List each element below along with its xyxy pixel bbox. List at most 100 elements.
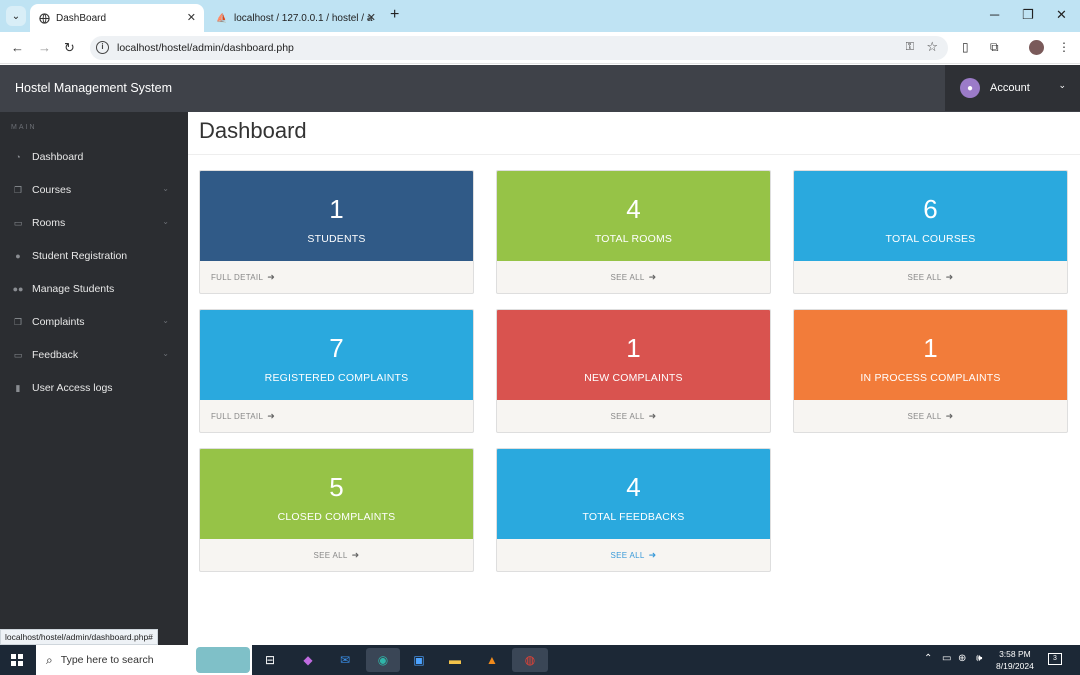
stat-card-students: 1 STUDENTS FULL DETAIL ➜ [199, 170, 474, 294]
stat-value: 1 [626, 332, 641, 363]
files-icon: ❐ [13, 184, 23, 195]
stat-label: REGISTERED COMPLAINTS [264, 371, 409, 384]
stat-card-link[interactable]: FULL DETAIL ➜ [200, 400, 473, 432]
stat-label: TOTAL COURSES [885, 232, 976, 245]
divider [188, 154, 1080, 155]
globe-icon [38, 12, 50, 24]
chevron-down-icon: ⌄ [1058, 80, 1066, 90]
extension-icon[interactable]: ▯ [962, 40, 969, 54]
stat-value: 6 [923, 193, 938, 224]
chevron-down-icon: ⌄ [162, 316, 169, 325]
browser-toolbar: ← → ↻ i localhost/hostel/admin/dashboard… [0, 32, 1080, 64]
vlc-icon[interactable]: ▲ [480, 648, 504, 672]
sidebar-item-courses[interactable]: ❐ Courses ⌄ [0, 178, 188, 202]
volume-icon[interactable]: 🕪 [976, 653, 982, 664]
stat-card-in-process-complaints: 1 IN PROCESS COMPLAINTS SEE ALL ➜ [793, 309, 1068, 433]
arrow-right-icon: ➜ [945, 411, 954, 421]
file-explorer-icon[interactable]: ▬ [443, 648, 467, 672]
search-highlight-image [196, 647, 250, 673]
window-close-icon[interactable]: ✕ [1056, 7, 1067, 23]
sidebar-item-dashboard[interactable]: ◔ Dashboard [0, 145, 188, 169]
stat-card-link[interactable]: SEE ALL ➜ [794, 261, 1067, 293]
menu-dots-icon[interactable]: ⋮ [1058, 40, 1070, 54]
stat-card-link-label: SEE ALL [907, 412, 942, 421]
forward-icon[interactable]: → [38, 40, 51, 55]
stat-card-link[interactable]: SEE ALL ➜ [497, 400, 770, 432]
account-menu[interactable]: ● Account ⌄ [945, 65, 1080, 111]
new-tab-icon[interactable]: + [390, 6, 399, 24]
tab-dashboard[interactable]: DashBoard ✕ [30, 4, 204, 32]
sidebar-item-label: Student Registration [32, 250, 128, 262]
stat-value: 7 [329, 332, 344, 363]
back-icon[interactable]: ← [11, 40, 24, 55]
brand-title[interactable]: Hostel Management System [15, 81, 172, 95]
tray-chevron-up-icon[interactable]: ⌃ [924, 653, 932, 664]
notification-icon[interactable]: 3 [1048, 653, 1062, 665]
stat-card-link[interactable]: SEE ALL ➜ [794, 400, 1067, 432]
puzzle-icon[interactable]: ⧉ [990, 40, 999, 55]
sidebar-item-user-access-logs[interactable]: ▮ User Access logs [0, 376, 188, 400]
minimize-icon[interactable]: ─ [990, 7, 999, 22]
stat-card-link-label: SEE ALL [610, 273, 645, 282]
stat-label: TOTAL FEEDBACKS [582, 510, 685, 523]
chrome-icon[interactable]: ◍ [512, 648, 548, 672]
browser-tab-bar: ⌄ DashBoard ✕ ⛵ localhost / 127.0.0.1 / … [0, 0, 1080, 32]
copilot-icon[interactable]: ◆ [296, 648, 320, 672]
password-key-icon[interactable]: ⚿ [906, 41, 914, 54]
page-title: Dashboard [199, 118, 307, 143]
stat-card-link[interactable]: SEE ALL ➜ [497, 261, 770, 293]
close-tab-icon[interactable]: ✕ [187, 11, 196, 24]
taskbar-search[interactable]: ⌕ Type here to search [36, 645, 252, 675]
store-icon[interactable]: ▣ [407, 648, 431, 672]
restore-icon[interactable]: ❐ [1022, 7, 1034, 23]
stat-card-panel: 1 NEW COMPLAINTS [497, 310, 770, 400]
system-clock[interactable]: 3:58 PM 8/19/2024 [996, 648, 1034, 672]
arrow-right-icon: ➜ [648, 550, 657, 560]
network-globe-icon[interactable]: ⊕ [958, 653, 966, 664]
edge-icon[interactable]: ◉ [366, 648, 400, 672]
battery-icon[interactable]: ▭ [942, 653, 951, 664]
stat-card-new-complaints: 1 NEW COMPLAINTS SEE ALL ➜ [496, 309, 771, 433]
stat-card-panel: 4 TOTAL FEEDBACKS [497, 449, 770, 539]
sidebar-item-label: Courses [32, 184, 72, 196]
stat-label: NEW COMPLAINTS [584, 371, 683, 384]
sidebar-item-manage-students[interactable]: ●● Manage Students [0, 277, 188, 301]
search-icon: ⌕ [46, 652, 53, 667]
stat-card-link[interactable]: SEE ALL ➜ [200, 539, 473, 571]
arrow-right-icon: ➜ [945, 272, 954, 282]
profile-avatar[interactable] [1029, 40, 1044, 55]
mail-icon[interactable]: ✉ [333, 648, 357, 672]
sidebar-item-complaints[interactable]: ❐ Complaints ⌄ [0, 310, 188, 334]
stat-card-total-rooms: 4 TOTAL ROOMS SEE ALL ➜ [496, 170, 771, 294]
tab-search-chevron-icon[interactable]: ⌄ [6, 6, 26, 26]
sidebar-item-feedback[interactable]: ▭ Feedback ⌄ [0, 343, 188, 367]
site-info-icon[interactable]: i [96, 41, 109, 54]
tab-title: DashBoard [56, 12, 107, 24]
app-header: Hostel Management System ● Account ⌄ [0, 65, 1080, 112]
clock-time: 3:58 PM [999, 649, 1031, 659]
tab-title: localhost / 127.0.0.1 / hostel / a [234, 12, 373, 24]
chevron-down-icon: ⌄ [162, 349, 169, 358]
stat-value: 1 [923, 332, 938, 363]
stat-card-panel: 6 TOTAL COURSES [794, 171, 1067, 261]
windows-start-icon[interactable] [11, 654, 23, 666]
tab-phpmyadmin[interactable]: ⛵ localhost / 127.0.0.1 / hostel / a ✕ [208, 4, 384, 32]
url-text: localhost/hostel/admin/dashboard.php [117, 42, 294, 54]
desktop-icon: ▭ [13, 349, 23, 360]
address-bar[interactable]: i localhost/hostel/admin/dashboard.php ⚿… [90, 36, 948, 60]
stat-card-link[interactable]: SEE ALL ➜ [497, 539, 770, 571]
sidebar-item-rooms[interactable]: ▭ Rooms ⌄ [0, 211, 188, 235]
stat-card-panel: 7 REGISTERED COMPLAINTS [200, 310, 473, 400]
bookmark-star-icon[interactable]: ☆ [926, 39, 938, 55]
stat-card-link[interactable]: FULL DETAIL ➜ [200, 261, 473, 293]
close-tab-icon[interactable]: ✕ [367, 11, 376, 24]
files-icon: ❐ [13, 316, 23, 327]
sidebar-item-label: User Access logs [32, 382, 113, 394]
sidebar-section-label: MAIN [11, 124, 37, 131]
arrow-right-icon: ➜ [267, 272, 276, 282]
sidebar-item-label: Complaints [32, 316, 85, 328]
sidebar-item-student-registration[interactable]: ● Student Registration [0, 244, 188, 268]
stat-card-link-label: SEE ALL [610, 412, 645, 421]
reload-icon[interactable]: ↻ [64, 40, 75, 56]
task-view-icon[interactable]: ⊟ [258, 648, 282, 672]
